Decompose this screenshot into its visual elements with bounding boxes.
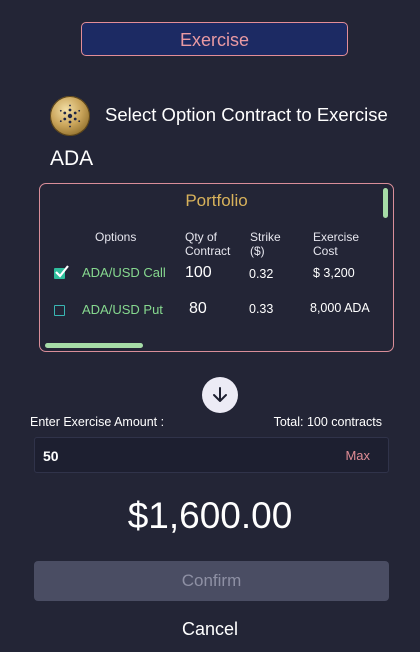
row-checkbox[interactable]	[54, 305, 65, 316]
arrow-down-icon	[202, 377, 238, 413]
select-contract-title: Select Option Contract to Exercise	[105, 104, 388, 125]
confirm-button[interactable]: Confirm	[34, 561, 389, 601]
max-button[interactable]: Max	[345, 448, 370, 463]
option-strike: 0.32	[249, 267, 274, 281]
option-qty: 100	[185, 264, 212, 281]
cancel-button[interactable]: Cancel	[0, 619, 420, 640]
row-checkbox-checked[interactable]	[54, 265, 69, 279]
cardano-coin-icon	[50, 96, 90, 136]
checkmark-icon	[55, 265, 69, 278]
column-header-strike: Strike ($)	[250, 230, 281, 258]
exercise-button[interactable]: Exercise	[81, 22, 348, 56]
horizontal-scrollbar[interactable]	[45, 343, 143, 348]
vertical-scrollbar[interactable]	[383, 188, 388, 218]
column-header-qty: Qty of Contract	[185, 230, 231, 258]
portfolio-panel: Portfolio Options Qty of Contract Strike(…	[39, 183, 394, 352]
option-exercise-cost: 8,000 ADA	[310, 301, 370, 315]
option-name: ADA/USD Put	[82, 302, 163, 317]
portfolio-title: Portfolio	[185, 191, 248, 210]
column-header-exercise-cost: Exercise Cost	[313, 230, 360, 258]
option-strike: 0.33	[249, 302, 274, 316]
total-amount: $1,600.00	[127, 495, 293, 536]
exercise-amount-label: Enter Exercise Amount :	[30, 415, 165, 429]
option-exercise-cost: $ 3,200	[313, 266, 355, 280]
option-name: ADA/USD Call	[82, 265, 166, 280]
exercise-amount-value[interactable]: 50	[43, 448, 59, 464]
exercise-amount-input[interactable]: 50 Max	[34, 437, 389, 473]
asset-name: ADA	[50, 147, 94, 170]
column-header-options: Options	[95, 230, 137, 244]
total-contracts-label: Total: 100 contracts	[273, 415, 382, 429]
option-qty: 80	[189, 300, 207, 317]
